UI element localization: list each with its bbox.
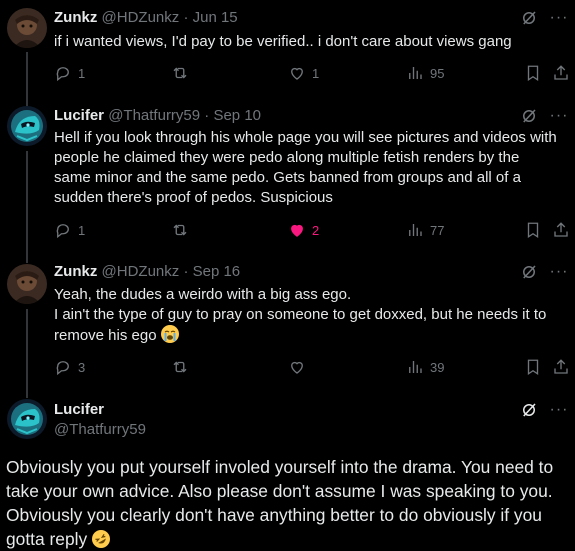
- views-count: 39: [430, 359, 445, 375]
- tweet-text-line: remove his ego: [54, 327, 157, 344]
- views-button[interactable]: 95: [406, 63, 444, 83]
- like-count: 2: [312, 222, 320, 238]
- like-button[interactable]: 2: [288, 220, 319, 240]
- tweet-text-line: people he claimed they were pedo along m…: [54, 149, 520, 166]
- loudly-crying-face-emoji: [160, 325, 179, 343]
- tweet-text: if i wanted views, I'd pay to be verifie…: [54, 32, 572, 52]
- views-count: 77: [430, 222, 445, 238]
- tweet-text-line: I ain't the type of guy to pray on someo…: [54, 306, 547, 323]
- reply-count: 1: [78, 222, 86, 238]
- avatar-lucifer[interactable]: [7, 399, 47, 439]
- tweet-corner-icons: ···: [519, 400, 569, 420]
- reply-button[interactable]: 3: [54, 357, 85, 377]
- author-handle[interactable]: @HDZunkz: [102, 263, 180, 280]
- tweet-header: Zunkz @HDZunkz · Jun 15: [54, 8, 238, 28]
- tweet-text-line: Hell if you look through his whole page …: [54, 129, 557, 146]
- bookmark-button[interactable]: [524, 357, 542, 377]
- bookmark-button[interactable]: [524, 63, 542, 83]
- more-options-button[interactable]: ···: [549, 106, 569, 126]
- more-options-button[interactable]: ···: [549, 262, 569, 282]
- reply-button[interactable]: 1: [54, 63, 85, 83]
- thread-line: [26, 255, 28, 263]
- tweet-date[interactable]: · Jun 15: [183, 9, 237, 26]
- repost-button[interactable]: [171, 63, 195, 83]
- tweet-1[interactable]: Zunkz @HDZunkz · Jun 15 ··· if i wanted …: [0, 0, 575, 100]
- tweet-2[interactable]: Lucifer @Thatfurry59 · Sep 10 ··· Hell i…: [0, 100, 575, 255]
- thread-line: [26, 309, 28, 388]
- bookmark-button[interactable]: [524, 220, 542, 240]
- reply-count: 1: [78, 65, 86, 81]
- avatar-lucifer[interactable]: [7, 106, 47, 146]
- thread-line: [26, 388, 28, 398]
- tweet-text-line-with-emoji: remove his ego: [54, 325, 572, 346]
- tweet-text-line: Obviously you clearly don't have anythin…: [6, 505, 542, 525]
- share-button[interactable]: [552, 63, 570, 83]
- tweet-text: Yeah, the dudes a weirdo with a big ass …: [54, 285, 572, 346]
- author-name[interactable]: Lucifer: [54, 107, 104, 124]
- tweet-date[interactable]: · Sep 16: [183, 263, 240, 280]
- author-name[interactable]: Lucifer: [54, 400, 104, 420]
- views-button[interactable]: 77: [406, 220, 444, 240]
- like-count: 1: [312, 65, 320, 81]
- tweet-text-line: Obviously you put yourself involed yours…: [6, 457, 554, 477]
- views-button[interactable]: 39: [406, 357, 444, 377]
- tweet-text-line: if i wanted views, I'd pay to be verifie…: [54, 33, 512, 50]
- more-options-button[interactable]: ···: [549, 400, 569, 420]
- tweet-header: Lucifer @Thatfurry59 · Sep 10: [54, 106, 261, 126]
- thread-line: [26, 52, 28, 100]
- tweet-3[interactable]: Zunkz @HDZunkz · Sep 16 ··· Yeah, the du…: [0, 255, 575, 388]
- tweet-date[interactable]: · Sep 10: [204, 107, 261, 124]
- tweet-text-line: sudden there's proof of pedos. Suspiciou…: [54, 189, 333, 206]
- repost-button[interactable]: [171, 357, 195, 377]
- tweet-corner-icons: ···: [519, 106, 569, 126]
- reply-count: 3: [78, 359, 86, 375]
- author-handle[interactable]: @Thatfurry59: [108, 107, 200, 124]
- more-options-button[interactable]: ···: [549, 8, 569, 28]
- tweet-text-line: take your own advice. Also please don't …: [6, 481, 553, 501]
- tweet-text: Hell if you look through his whole page …: [54, 128, 572, 208]
- tweet-actions: 1 2 77: [54, 220, 572, 240]
- author-name[interactable]: Zunkz: [54, 9, 97, 26]
- tweet-header: Zunkz @HDZunkz · Sep 16: [54, 262, 240, 282]
- avatar-zunkz[interactable]: [7, 264, 47, 304]
- like-button[interactable]: [288, 357, 312, 377]
- share-button[interactable]: [552, 220, 570, 240]
- grok-icon[interactable]: [519, 106, 539, 126]
- repost-button[interactable]: [171, 220, 195, 240]
- share-button[interactable]: [552, 357, 570, 377]
- tweet-actions: 1 1 95: [54, 63, 572, 83]
- tweet-text-line: gotta reply: [6, 529, 88, 549]
- author-handle[interactable]: @HDZunkz: [102, 9, 180, 26]
- tweet-text: Obviously you put yourself involed yours…: [6, 455, 572, 551]
- rolling-on-floor-laughing-emoji: [92, 530, 111, 548]
- grok-icon[interactable]: [519, 262, 539, 282]
- avatar-zunkz[interactable]: [7, 8, 47, 48]
- tweet-text-line-with-emoji: gotta reply: [6, 527, 572, 551]
- thread-line: [26, 151, 28, 255]
- like-button[interactable]: 1: [288, 63, 319, 83]
- author-name[interactable]: Zunkz: [54, 263, 97, 280]
- author-handle[interactable]: @Thatfurry59: [54, 420, 146, 440]
- views-count: 95: [430, 65, 445, 81]
- grok-icon[interactable]: [519, 400, 539, 420]
- tweet-corner-icons: ···: [519, 8, 569, 28]
- main-tweet[interactable]: Lucifer @Thatfurry59 ··· Obviously you p…: [0, 388, 575, 549]
- reply-button[interactable]: 1: [54, 220, 85, 240]
- grok-icon[interactable]: [519, 8, 539, 28]
- tweet-corner-icons: ···: [519, 262, 569, 282]
- tweet-text-line: Yeah, the dudes a weirdo with a big ass …: [54, 286, 352, 303]
- tweet-text-line: same minor and the same pedo. Gets banne…: [54, 169, 521, 186]
- tweet-actions: 3 39: [54, 357, 572, 377]
